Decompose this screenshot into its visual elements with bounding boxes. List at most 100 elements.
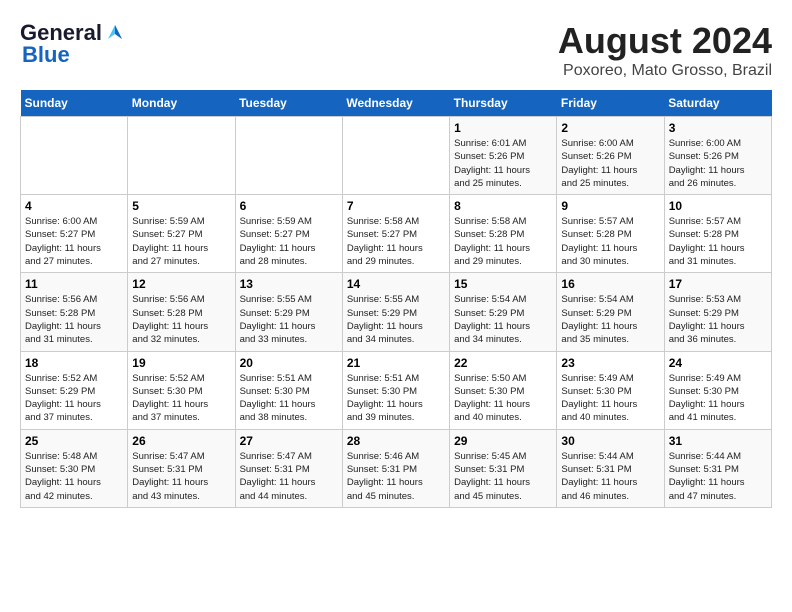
calendar-cell: 13 Sunrise: 5:55 AM Sunset: 5:29 PM Dayli… (235, 273, 342, 351)
calendar-cell: 25 Sunrise: 5:48 AM Sunset: 5:30 PM Dayli… (21, 429, 128, 507)
calendar-cell: 29Sunrise: 5:45 AM Sunset: 5:31 PM Dayli… (450, 429, 557, 507)
calendar-cell: 14 Sunrise: 5:55 AM Sunset: 5:29 PM Dayli… (342, 273, 449, 351)
calendar-cell: 19 Sunrise: 5:52 AM Sunset: 5:30 PM Dayli… (128, 351, 235, 429)
day-number: 13 (240, 277, 338, 291)
day-number: 27 (240, 434, 338, 448)
calendar-cell: 22 Sunrise: 5:50 AM Sunset: 5:30 PM Dayli… (450, 351, 557, 429)
day-info: Sunrise: 5:57 AM Sunset: 5:28 PM Dayligh… (561, 215, 659, 268)
calendar-cell: 27 Sunrise: 5:47 AM Sunset: 5:31 PM Dayli… (235, 429, 342, 507)
day-info: Sunrise: 5:55 AM Sunset: 5:29 PM Dayligh… (347, 293, 445, 346)
day-number: 29 (454, 434, 552, 448)
logo-icon (104, 21, 126, 43)
day-number: 9 (561, 199, 659, 213)
day-number: 28 (347, 434, 445, 448)
calendar-cell: 9 Sunrise: 5:57 AM Sunset: 5:28 PM Daylig… (557, 195, 664, 273)
day-info: Sunrise: 6:00 AM Sunset: 5:26 PM Dayligh… (669, 137, 767, 190)
day-number: 7 (347, 199, 445, 213)
calendar-week-5: 25 Sunrise: 5:48 AM Sunset: 5:30 PM Dayli… (21, 429, 772, 507)
day-number: 1 (454, 121, 552, 135)
day-info: Sunrise: 5:47 AM Sunset: 5:31 PM Dayligh… (132, 450, 230, 503)
day-info: Sunrise: 5:59 AM Sunset: 5:27 PM Dayligh… (240, 215, 338, 268)
header-day-saturday: Saturday (664, 90, 771, 117)
day-info: Sunrise: 5:54 AM Sunset: 5:29 PM Dayligh… (561, 293, 659, 346)
calendar-cell: 20 Sunrise: 5:51 AM Sunset: 5:30 PM Dayli… (235, 351, 342, 429)
calendar-cell: 31 Sunrise: 5:44 AM Sunset: 5:31 PM Dayli… (664, 429, 771, 507)
day-number: 26 (132, 434, 230, 448)
day-info: Sunrise: 5:54 AM Sunset: 5:29 PM Dayligh… (454, 293, 552, 346)
calendar-cell: 24Sunrise: 5:49 AM Sunset: 5:30 PM Dayli… (664, 351, 771, 429)
day-number: 19 (132, 356, 230, 370)
calendar-cell (21, 117, 128, 195)
header-day-monday: Monday (128, 90, 235, 117)
day-info: Sunrise: 5:46 AM Sunset: 5:31 PM Dayligh… (347, 450, 445, 503)
calendar-cell: 10 Sunrise: 5:57 AM Sunset: 5:28 PM Dayli… (664, 195, 771, 273)
calendar-cell: 15 Sunrise: 5:54 AM Sunset: 5:29 PM Dayli… (450, 273, 557, 351)
title-block: August 2024 Poxoreo, Mato Grosso, Brazil (558, 20, 772, 80)
header-day-sunday: Sunday (21, 90, 128, 117)
calendar-cell: 3 Sunrise: 6:00 AM Sunset: 5:26 PM Daylig… (664, 117, 771, 195)
header-day-friday: Friday (557, 90, 664, 117)
day-number: 3 (669, 121, 767, 135)
logo: General Blue (20, 20, 126, 68)
day-number: 14 (347, 277, 445, 291)
day-info: Sunrise: 5:52 AM Sunset: 5:30 PM Dayligh… (132, 372, 230, 425)
calendar-cell: 28 Sunrise: 5:46 AM Sunset: 5:31 PM Dayli… (342, 429, 449, 507)
calendar-header-row: SundayMondayTuesdayWednesdayThursdayFrid… (21, 90, 772, 117)
day-number: 25 (25, 434, 123, 448)
day-info: Sunrise: 5:44 AM Sunset: 5:31 PM Dayligh… (561, 450, 659, 503)
calendar-cell: 8Sunrise: 5:58 AM Sunset: 5:28 PM Daylig… (450, 195, 557, 273)
day-info: Sunrise: 5:47 AM Sunset: 5:31 PM Dayligh… (240, 450, 338, 503)
calendar-cell: 12Sunrise: 5:56 AM Sunset: 5:28 PM Dayli… (128, 273, 235, 351)
day-info: Sunrise: 5:58 AM Sunset: 5:27 PM Dayligh… (347, 215, 445, 268)
calendar-table: SundayMondayTuesdayWednesdayThursdayFrid… (20, 90, 772, 508)
calendar-cell: 21Sunrise: 5:51 AM Sunset: 5:30 PM Dayli… (342, 351, 449, 429)
calendar-cell: 17 Sunrise: 5:53 AM Sunset: 5:29 PM Dayli… (664, 273, 771, 351)
month-title: August 2024 (558, 20, 772, 62)
day-number: 15 (454, 277, 552, 291)
day-number: 24 (669, 356, 767, 370)
calendar-week-1: 1 Sunrise: 6:01 AM Sunset: 5:26 PM Daylig… (21, 117, 772, 195)
day-number: 11 (25, 277, 123, 291)
day-number: 22 (454, 356, 552, 370)
day-number: 31 (669, 434, 767, 448)
day-info: Sunrise: 5:57 AM Sunset: 5:28 PM Dayligh… (669, 215, 767, 268)
day-number: 4 (25, 199, 123, 213)
calendar-cell: 23Sunrise: 5:49 AM Sunset: 5:30 PM Dayli… (557, 351, 664, 429)
day-info: Sunrise: 6:00 AM Sunset: 5:27 PM Dayligh… (25, 215, 123, 268)
calendar-cell: 2Sunrise: 6:00 AM Sunset: 5:26 PM Daylig… (557, 117, 664, 195)
calendar-week-4: 18 Sunrise: 5:52 AM Sunset: 5:29 PM Dayli… (21, 351, 772, 429)
day-number: 21 (347, 356, 445, 370)
day-info: Sunrise: 5:51 AM Sunset: 5:30 PM Dayligh… (240, 372, 338, 425)
calendar-cell: 6 Sunrise: 5:59 AM Sunset: 5:27 PM Daylig… (235, 195, 342, 273)
header-day-thursday: Thursday (450, 90, 557, 117)
day-number: 6 (240, 199, 338, 213)
day-info: Sunrise: 5:56 AM Sunset: 5:28 PM Dayligh… (132, 293, 230, 346)
day-number: 5 (132, 199, 230, 213)
day-number: 18 (25, 356, 123, 370)
day-info: Sunrise: 5:55 AM Sunset: 5:29 PM Dayligh… (240, 293, 338, 346)
day-number: 2 (561, 121, 659, 135)
calendar-week-2: 4 Sunrise: 6:00 AM Sunset: 5:27 PM Daylig… (21, 195, 772, 273)
day-info: Sunrise: 5:56 AM Sunset: 5:28 PM Dayligh… (25, 293, 123, 346)
day-info: Sunrise: 5:53 AM Sunset: 5:29 PM Dayligh… (669, 293, 767, 346)
day-number: 16 (561, 277, 659, 291)
day-info: Sunrise: 5:44 AM Sunset: 5:31 PM Dayligh… (669, 450, 767, 503)
day-info: Sunrise: 5:49 AM Sunset: 5:30 PM Dayligh… (561, 372, 659, 425)
day-info: Sunrise: 6:01 AM Sunset: 5:26 PM Dayligh… (454, 137, 552, 190)
day-info: Sunrise: 5:59 AM Sunset: 5:27 PM Dayligh… (132, 215, 230, 268)
calendar-cell: 4 Sunrise: 6:00 AM Sunset: 5:27 PM Daylig… (21, 195, 128, 273)
day-number: 20 (240, 356, 338, 370)
calendar-cell: 11 Sunrise: 5:56 AM Sunset: 5:28 PM Dayli… (21, 273, 128, 351)
day-number: 10 (669, 199, 767, 213)
calendar-week-3: 11 Sunrise: 5:56 AM Sunset: 5:28 PM Dayli… (21, 273, 772, 351)
day-number: 17 (669, 277, 767, 291)
calendar-cell: 18 Sunrise: 5:52 AM Sunset: 5:29 PM Dayli… (21, 351, 128, 429)
day-info: Sunrise: 5:50 AM Sunset: 5:30 PM Dayligh… (454, 372, 552, 425)
day-info: Sunrise: 5:58 AM Sunset: 5:28 PM Dayligh… (454, 215, 552, 268)
day-info: Sunrise: 5:52 AM Sunset: 5:29 PM Dayligh… (25, 372, 123, 425)
day-info: Sunrise: 5:48 AM Sunset: 5:30 PM Dayligh… (25, 450, 123, 503)
calendar-cell (128, 117, 235, 195)
header-day-wednesday: Wednesday (342, 90, 449, 117)
calendar-cell: 16 Sunrise: 5:54 AM Sunset: 5:29 PM Dayli… (557, 273, 664, 351)
header-day-tuesday: Tuesday (235, 90, 342, 117)
